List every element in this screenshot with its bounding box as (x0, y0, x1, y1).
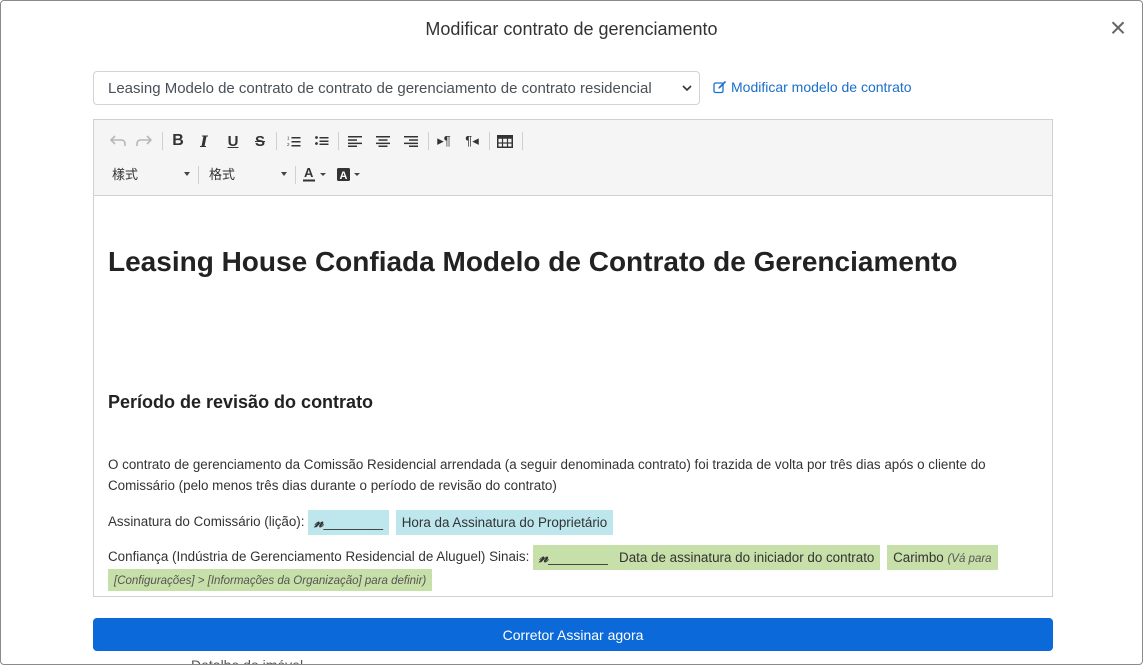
trust-signature-field[interactable]: 𝓃________ Data de assinatura do iniciado… (533, 545, 881, 570)
edit-template-link[interactable]: Modificar modelo de contrato (713, 79, 912, 95)
initiator-date-field: Data de assinatura do iniciador do contr… (619, 550, 875, 565)
align-left-icon[interactable] (343, 130, 367, 152)
unordered-list-icon[interactable] (310, 130, 334, 152)
template-select[interactable]: Leasing Modelo de contrato de contrato d… (93, 71, 700, 105)
rtl-icon[interactable]: ¶◂ (460, 130, 484, 152)
underline-icon[interactable]: U (221, 130, 245, 152)
modify-contract-modal: Modificar contrato de gerenciamento × Le… (0, 0, 1143, 665)
undo-icon[interactable] (106, 130, 130, 152)
template-select-value: Leasing Modelo de contrato de contrato d… (108, 80, 652, 97)
owner-signature-time-field[interactable]: Hora da Assinatura do Proprietário (395, 510, 614, 535)
editor-content[interactable]: Leasing House Confiada Modelo de Contrat… (94, 196, 1052, 596)
trust-signature-line: Confiança (Indústria de Gerenciamento Re… (108, 545, 1028, 570)
editor-toolbar: B I U S 12 ▸¶ ¶◂ 樣式 格式 A A (94, 120, 1052, 196)
redo-icon[interactable] (132, 130, 156, 152)
stamp-hint-text: [Configurações] > [Informações da Organi… (114, 575, 427, 587)
bold-icon[interactable]: B (166, 130, 190, 152)
ordered-list-icon[interactable]: 12 (282, 130, 306, 152)
stamp-label: Carimbo (893, 550, 944, 565)
strikethrough-icon[interactable]: S (248, 130, 272, 152)
trust-signature-blank: ________ (548, 550, 608, 565)
stamp-hint-continued[interactable]: [Configurações] > [Informações da Organi… (108, 569, 433, 591)
svg-text:2: 2 (287, 142, 290, 147)
commissioner-signature-blank: ________ (323, 515, 384, 530)
sign-now-button[interactable]: Corretor Assinar agora (93, 618, 1053, 651)
svg-text:1: 1 (287, 136, 290, 141)
commissioner-signature-line: Assinatura do Comissário (lição): 𝓃_____… (108, 510, 614, 535)
align-right-icon[interactable] (399, 130, 423, 152)
signature-icon: 𝓃 (539, 548, 549, 566)
style-select-label: 樣式 (112, 167, 139, 182)
align-center-icon[interactable] (371, 130, 395, 152)
stamp-hint-line: [Configurações] > [Informações da Organi… (108, 569, 433, 591)
ltr-icon[interactable]: ▸¶ (432, 130, 456, 152)
close-icon[interactable]: × (1106, 14, 1130, 42)
chevron-down-icon (682, 85, 692, 92)
stamp-hint: (Vá para (947, 553, 992, 565)
caret-icon (184, 172, 190, 176)
format-select[interactable]: 格式 (209, 164, 287, 186)
table-icon[interactable] (493, 130, 517, 152)
style-select[interactable]: 樣式 (112, 164, 190, 186)
modal-title: Modificar contrato de gerenciamento (425, 19, 718, 39)
edit-icon (713, 80, 727, 94)
italic-icon[interactable]: I (192, 130, 216, 152)
text-color-icon[interactable]: A (302, 163, 330, 185)
section-title: Período de revisão do contrato (108, 392, 374, 412)
commissioner-signature-label: Assinatura do Comissário (lição): (108, 514, 305, 530)
format-select-label: 格式 (209, 167, 236, 182)
svg-text:A: A (340, 170, 348, 182)
caret-icon (281, 172, 287, 176)
paragraph: O contrato de gerenciamento da Comissão … (108, 457, 986, 493)
svg-text:A: A (304, 166, 314, 180)
trust-signature-label: Confiança (Indústria de Gerenciamento Re… (108, 549, 530, 565)
background-page-text: Detalhe do imóvel (191, 657, 304, 665)
stamp-field[interactable]: Carimbo (Vá para (887, 545, 998, 570)
document-title: Leasing House Confiada Modelo de Contrat… (108, 246, 958, 277)
rich-text-editor: B I U S 12 ▸¶ ¶◂ 樣式 格式 A A Leasing House… (93, 119, 1053, 597)
commissioner-signature-field[interactable]: 𝓃________ (308, 510, 390, 535)
background-color-icon[interactable]: A (336, 163, 364, 185)
edit-template-label: Modificar modelo de contrato (731, 79, 912, 95)
